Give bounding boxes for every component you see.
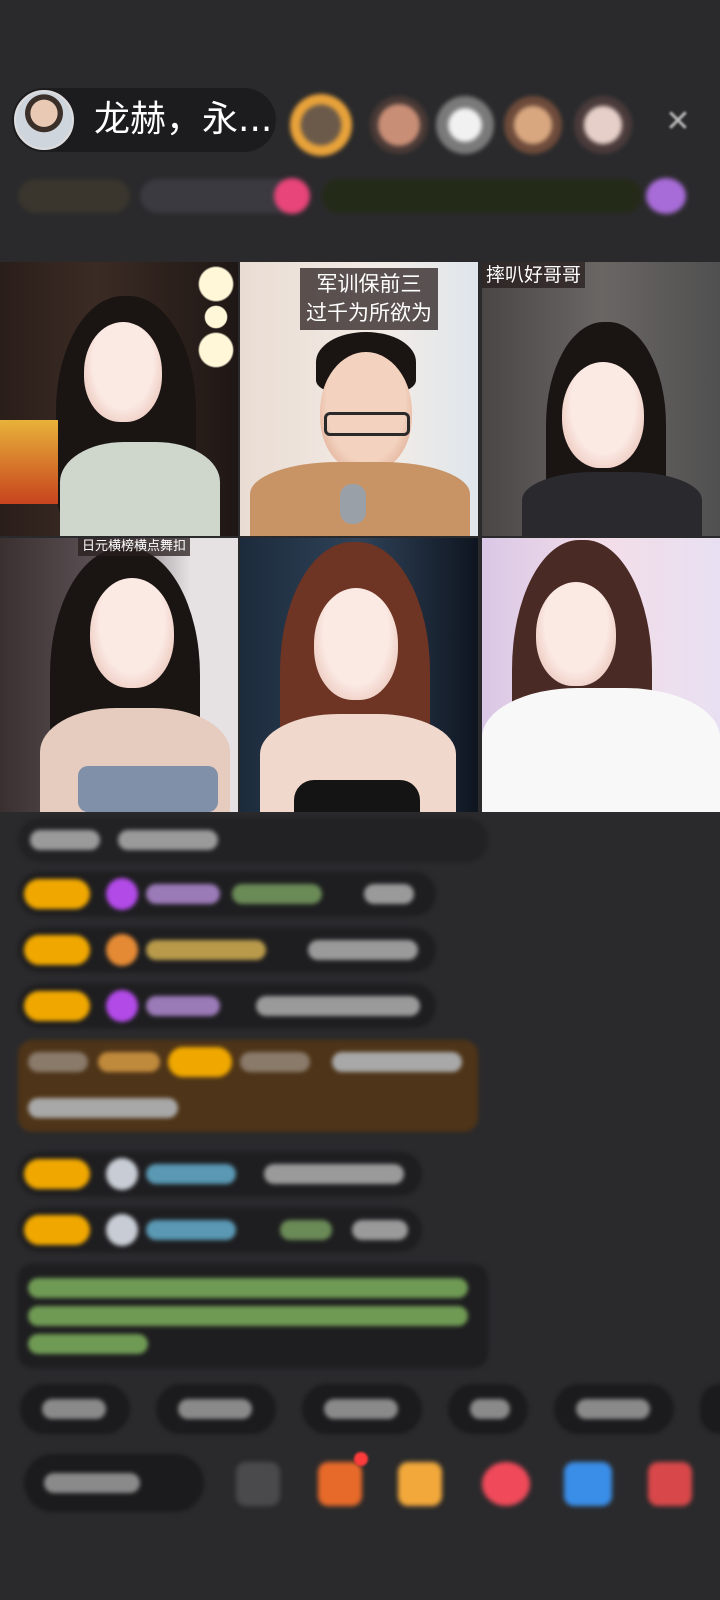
host-info-pill[interactable]: 龙赫，永... — [12, 88, 276, 152]
outfit — [294, 780, 420, 812]
close-icon[interactable]: ✕ — [660, 104, 696, 140]
chat-message[interactable] — [18, 928, 436, 972]
guest-label-3: 摔叭好哥哥 — [482, 262, 586, 288]
chat-message[interactable] — [18, 1208, 422, 1252]
activity-banner[interactable] — [322, 179, 642, 213]
chat-message[interactable] — [18, 818, 488, 862]
fan-club-icon[interactable] — [398, 1462, 442, 1506]
comment-input[interactable] — [24, 1454, 204, 1512]
microphone-icon — [340, 484, 366, 524]
live-room-header: 龙赫，永... ✕ — [0, 84, 720, 160]
quick-reply-chip[interactable] — [554, 1384, 674, 1434]
quick-reply-chip[interactable] — [448, 1384, 528, 1434]
viewer-avatar[interactable] — [574, 96, 632, 154]
chat-message[interactable] — [18, 984, 436, 1028]
diamond-icon — [106, 878, 138, 910]
chat-message[interactable] — [18, 872, 436, 916]
viewer-avatar[interactable] — [290, 94, 352, 156]
chat-message[interactable] — [18, 1152, 422, 1196]
room-info-row — [18, 172, 704, 220]
activity-icon[interactable] — [646, 178, 686, 214]
fan-badge-icon — [106, 934, 138, 966]
bottom-toolbar — [0, 1446, 720, 1526]
outfit — [78, 766, 218, 812]
game-icon[interactable] — [564, 1462, 612, 1506]
avatar-icon — [106, 1158, 138, 1190]
wish-icon[interactable] — [482, 1462, 530, 1506]
video-tile-5[interactable] — [240, 538, 478, 812]
avatar-icon — [106, 1214, 138, 1246]
system-notice — [18, 1264, 488, 1368]
notification-dot — [354, 1452, 368, 1466]
gift-icon[interactable] — [648, 1462, 692, 1506]
video-tile-4[interactable]: 日元横榜横点舞扣 — [0, 538, 238, 812]
viewer-avatar[interactable] — [370, 96, 428, 154]
viewer-avatar[interactable] — [436, 96, 494, 154]
viewer-avatar[interactable] — [504, 96, 562, 154]
level-badge — [24, 1215, 90, 1245]
level-badge — [24, 879, 90, 909]
quick-reply-chips — [20, 1384, 720, 1434]
glasses — [324, 412, 410, 436]
level-badge — [24, 991, 90, 1021]
light-decor — [194, 262, 238, 372]
host-avatar[interactable] — [14, 90, 74, 150]
video-tile-2[interactable]: 军训保前三 过千为所欲为 — [240, 262, 478, 536]
chat-highlight-message[interactable] — [18, 1040, 478, 1132]
guest-label-2: 军训保前三 过千为所欲为 — [300, 268, 438, 330]
gift-icon[interactable] — [274, 178, 310, 214]
level-badge — [24, 1159, 90, 1189]
host-name: 龙赫，永... — [94, 99, 273, 140]
gift-sticker — [0, 420, 58, 504]
more-icon[interactable] — [236, 1462, 280, 1506]
guest-label-4: 日元横榜横点舞扣 — [78, 538, 191, 556]
quick-reply-chip[interactable] — [156, 1384, 276, 1434]
quick-reply-chip[interactable] — [700, 1384, 720, 1434]
level-badge — [24, 935, 90, 965]
multi-guest-video-grid: 军训保前三 过千为所欲为 摔叭好哥哥 日元横榜横点舞扣 — [0, 262, 720, 814]
video-tile-6[interactable] — [482, 538, 720, 812]
quick-reply-chip[interactable] — [20, 1384, 130, 1434]
diamond-icon — [106, 990, 138, 1022]
quick-reply-chip[interactable] — [302, 1384, 422, 1434]
video-tile-3[interactable]: 摔叭好哥哥 — [482, 262, 720, 536]
gift-box-icon[interactable] — [318, 1462, 362, 1506]
rank-badge[interactable] — [18, 179, 130, 213]
video-tile-1[interactable] — [0, 262, 238, 536]
